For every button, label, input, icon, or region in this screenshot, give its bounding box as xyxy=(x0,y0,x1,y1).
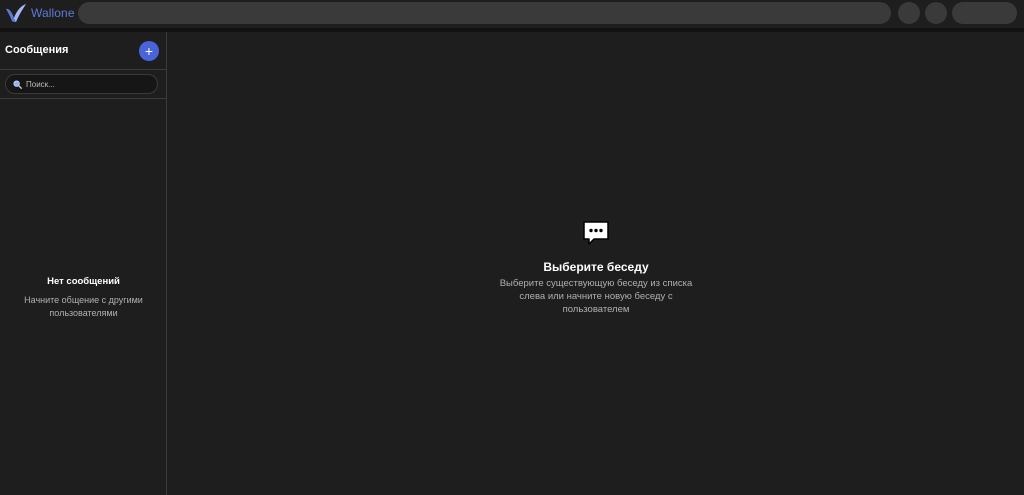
sidebar-title: Сообщения xyxy=(5,44,69,56)
sidebar-header: Сообщения + xyxy=(0,32,167,70)
brand-logo[interactable]: Wallone xyxy=(5,3,75,23)
wallone-logo-icon xyxy=(6,4,26,22)
empty-conversations: Нет сообщений Начните общение с другими … xyxy=(0,276,167,320)
brand-name: Wallone xyxy=(31,6,75,20)
plus-icon: + xyxy=(144,43,154,59)
top-action-button-1[interactable] xyxy=(898,2,920,24)
top-action-button-2[interactable] xyxy=(925,2,947,24)
global-search-bar[interactable] xyxy=(78,2,891,24)
new-conversation-button[interactable]: + xyxy=(139,41,159,61)
magnifier-icon xyxy=(13,79,22,89)
top-bar: Wallone xyxy=(0,0,1024,28)
select-conversation-subtitle: Выберите существующую беседу из списка с… xyxy=(499,278,693,315)
empty-subtitle: Начните общение с другими пользователями xyxy=(24,295,143,318)
sidebar-search[interactable] xyxy=(5,74,158,94)
speech-bubble-icon xyxy=(583,221,609,245)
select-conversation-title: Выберите беседу xyxy=(543,260,649,274)
sidebar-search-container xyxy=(0,70,167,99)
conversation-panel: Выберите беседу Выберите существующую бе… xyxy=(168,32,1024,495)
conversations-sidebar: Сообщения + Нет сообщений Начните общени… xyxy=(0,32,167,495)
sidebar-search-input[interactable] xyxy=(26,79,151,89)
empty-title: Нет сообщений xyxy=(47,276,120,287)
profile-pill[interactable] xyxy=(952,2,1017,24)
